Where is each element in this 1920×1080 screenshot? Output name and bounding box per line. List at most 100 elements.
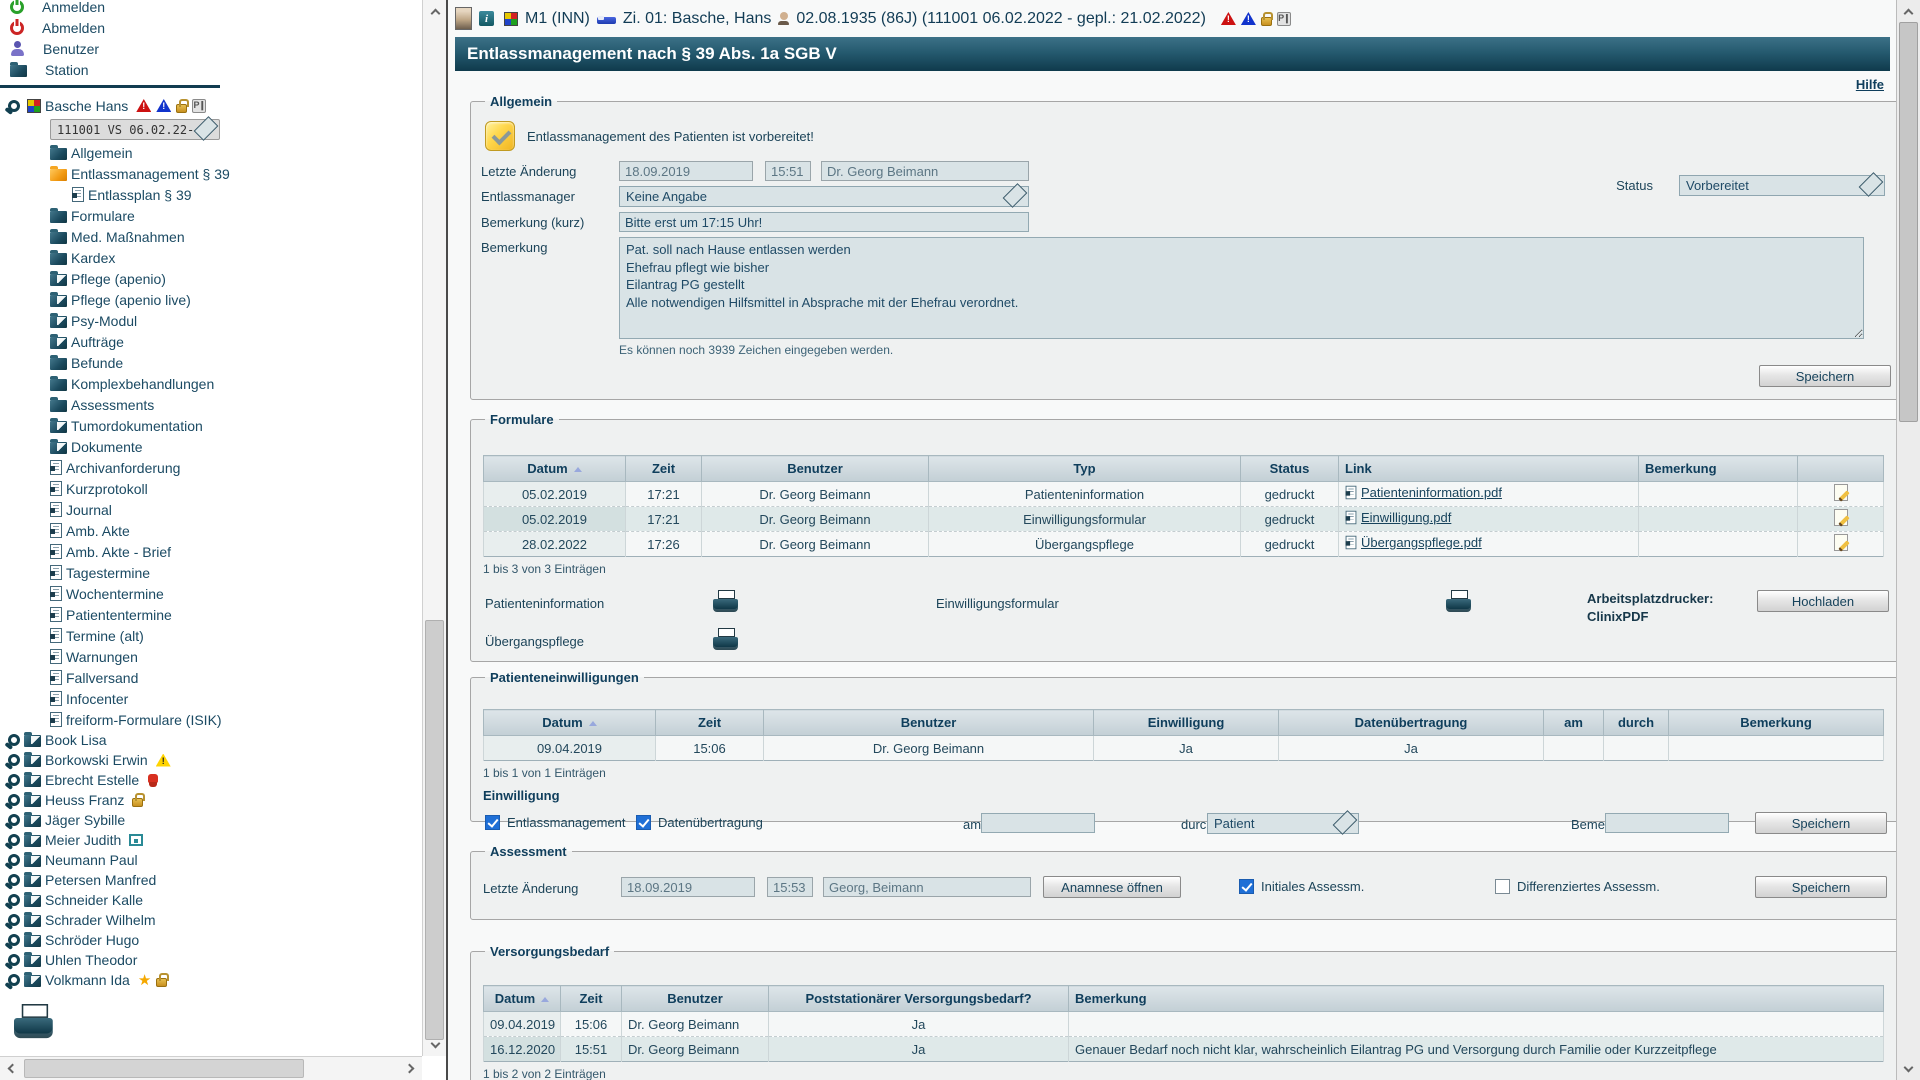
- magnifier-icon[interactable]: [8, 954, 20, 966]
- print-einwilligungsformular-button[interactable]: [1446, 590, 1472, 615]
- save-button[interactable]: Speichern: [1755, 812, 1887, 834]
- sidebar-tree-item[interactable]: Warnungen: [0, 646, 422, 667]
- column-header[interactable]: Link: [1339, 456, 1639, 482]
- patient-list-item[interactable]: Schrader Wilhelm: [0, 910, 422, 930]
- entlassmanager-select[interactable]: Keine Angabe: [619, 186, 1029, 207]
- sidebar-horizontal-scrollbar[interactable]: [0, 1056, 422, 1080]
- patient-list-item[interactable]: Petersen Manfred: [0, 870, 422, 890]
- sidebar-tree-item[interactable]: Aufträge: [0, 331, 422, 352]
- sidebar-menu-item[interactable]: Anmelden: [0, 0, 422, 17]
- folder-icon[interactable]: [24, 915, 41, 927]
- patient-list-item[interactable]: Borkowski Erwin: [0, 750, 422, 770]
- column-header[interactable]: Bemerkung: [1669, 710, 1884, 736]
- print-patienteninformation-button[interactable]: [713, 590, 739, 615]
- sidebar-tree-item[interactable]: Tumordokumentation: [0, 415, 422, 436]
- sidebar-tree-item[interactable]: Amb. Akte - Brief: [0, 541, 422, 562]
- folder-icon[interactable]: [24, 815, 41, 827]
- sidebar-tree-item[interactable]: Befunde: [0, 352, 422, 373]
- column-header[interactable]: Zeit: [561, 986, 622, 1012]
- folder-icon[interactable]: [24, 895, 41, 907]
- sidebar-tree-item[interactable]: Amb. Akte: [0, 520, 422, 541]
- color-grid-icon[interactable]: [504, 12, 518, 26]
- patient-list-item[interactable]: Jäger Sybille: [0, 810, 422, 830]
- sidebar-tree-item[interactable]: Formulare: [0, 205, 422, 226]
- sidebar-tree-item[interactable]: Pflege (apenio live): [0, 289, 422, 310]
- magnifier-icon[interactable]: [8, 734, 20, 746]
- column-header[interactable]: durch: [1604, 710, 1669, 736]
- folder-icon[interactable]: [24, 875, 41, 887]
- sidebar-menu-item[interactable]: Station: [0, 59, 422, 80]
- column-header[interactable]: Datum: [484, 710, 656, 736]
- column-header[interactable]: Datenübertragung: [1279, 710, 1544, 736]
- save-button[interactable]: Speichern: [1759, 365, 1891, 387]
- remark-textarea[interactable]: Pat. soll nach Hause entlassen werden Eh…: [619, 237, 1864, 339]
- scroll-down-arrow[interactable]: [1897, 1058, 1919, 1080]
- column-header[interactable]: Datum: [484, 986, 561, 1012]
- magnifier-icon[interactable]: [8, 914, 20, 926]
- column-header[interactable]: Poststationärer Versorgungsbedarf?: [769, 986, 1069, 1012]
- magnifier-icon[interactable]: [8, 814, 20, 826]
- magnifier-icon[interactable]: [8, 100, 20, 112]
- scrollbar-thumb[interactable]: [24, 1059, 304, 1078]
- case-select[interactable]: 111001 VS 06.02.22-: [50, 119, 220, 140]
- column-header[interactable]: Einwilligung: [1094, 710, 1279, 736]
- scroll-down-arrow[interactable]: [424, 1034, 446, 1056]
- magnifier-icon[interactable]: [8, 834, 20, 846]
- column-header[interactable]: Benutzer: [702, 456, 929, 482]
- scroll-up-arrow[interactable]: [1897, 0, 1919, 22]
- magnifier-icon[interactable]: [8, 934, 20, 946]
- sidebar-tree-item[interactable]: Journal: [0, 499, 422, 520]
- upload-button[interactable]: Hochladen: [1757, 590, 1889, 612]
- bemerkung-input[interactable]: [1605, 813, 1729, 833]
- status-select[interactable]: Vorbereitet: [1679, 175, 1885, 196]
- entlassmanagement-checkbox[interactable]: [485, 815, 500, 830]
- sidebar-tree-item[interactable]: Psy-Modul: [0, 310, 422, 331]
- column-header[interactable]: Typ: [929, 456, 1241, 482]
- main-vertical-scrollbar[interactable]: [1896, 0, 1920, 1080]
- patient-list-item[interactable]: Meier Judith: [0, 830, 422, 850]
- sidebar-menu-item[interactable]: Benutzer: [0, 38, 422, 59]
- magnifier-icon[interactable]: [8, 774, 20, 786]
- sidebar-tree-item[interactable]: Patiententermine: [0, 604, 422, 625]
- patient-list-item[interactable]: Schneider Kalle: [0, 890, 422, 910]
- folder-icon[interactable]: [24, 975, 41, 987]
- sidebar-tree-item[interactable]: Entlassplan § 39: [0, 184, 422, 205]
- folder-icon[interactable]: [24, 855, 41, 867]
- pdf-link[interactable]: Patienteninformation.pdf: [1345, 485, 1502, 500]
- print-uebergangspflege-button[interactable]: [713, 628, 739, 653]
- column-header[interactable]: Zeit: [626, 456, 702, 482]
- scroll-right-arrow[interactable]: [400, 1057, 422, 1079]
- durch-select[interactable]: Patient: [1207, 813, 1359, 834]
- patient-photo[interactable]: [455, 7, 472, 30]
- sidebar-tree-item[interactable]: freiform-Formulare (ISIK): [0, 709, 422, 730]
- sidebar-tree-item[interactable]: Infocenter: [0, 688, 422, 709]
- pdf-link[interactable]: Übergangspflege.pdf: [1345, 535, 1482, 550]
- am-date-input[interactable]: [981, 813, 1095, 833]
- patient-list-item[interactable]: Neumann Paul: [0, 850, 422, 870]
- short-remark-input[interactable]: [619, 212, 1029, 232]
- initiales-assessment-checkbox[interactable]: [1239, 879, 1254, 894]
- patient-list-item[interactable]: Heuss Franz: [0, 790, 422, 810]
- edit-note-icon[interactable]: [1834, 484, 1848, 501]
- patient-tree-root[interactable]: Basche Hans: [0, 94, 422, 117]
- folder-icon[interactable]: [24, 755, 41, 767]
- sidebar-tree-item[interactable]: Wochentermine: [0, 583, 422, 604]
- print-list-button[interactable]: [14, 1004, 422, 1046]
- patient-list-item[interactable]: Ebrecht Estelle: [0, 770, 422, 790]
- column-header[interactable]: Status: [1241, 456, 1339, 482]
- magnifier-icon[interactable]: [8, 874, 20, 886]
- magnifier-icon[interactable]: [8, 974, 20, 986]
- differenziertes-assessment-checkbox[interactable]: [1495, 879, 1510, 894]
- scrollbar-thumb[interactable]: [425, 620, 444, 1040]
- datenuebertragung-checkbox[interactable]: [636, 815, 651, 830]
- sidebar-tree-item[interactable]: Tagestermine: [0, 562, 422, 583]
- sidebar-vertical-scrollbar[interactable]: [422, 0, 446, 1056]
- sidebar-tree-item[interactable]: Kurzprotokoll: [0, 478, 422, 499]
- column-header[interactable]: Zeit: [656, 710, 764, 736]
- magnifier-icon[interactable]: [8, 754, 20, 766]
- sidebar-menu-item[interactable]: Abmelden: [0, 17, 422, 38]
- color-grid-icon[interactable]: [27, 99, 41, 113]
- help-link[interactable]: Hilfe: [1856, 77, 1884, 92]
- sidebar-tree-item[interactable]: Med. Maßnahmen: [0, 226, 422, 247]
- sidebar-tree-item[interactable]: Archivanforderung: [0, 457, 422, 478]
